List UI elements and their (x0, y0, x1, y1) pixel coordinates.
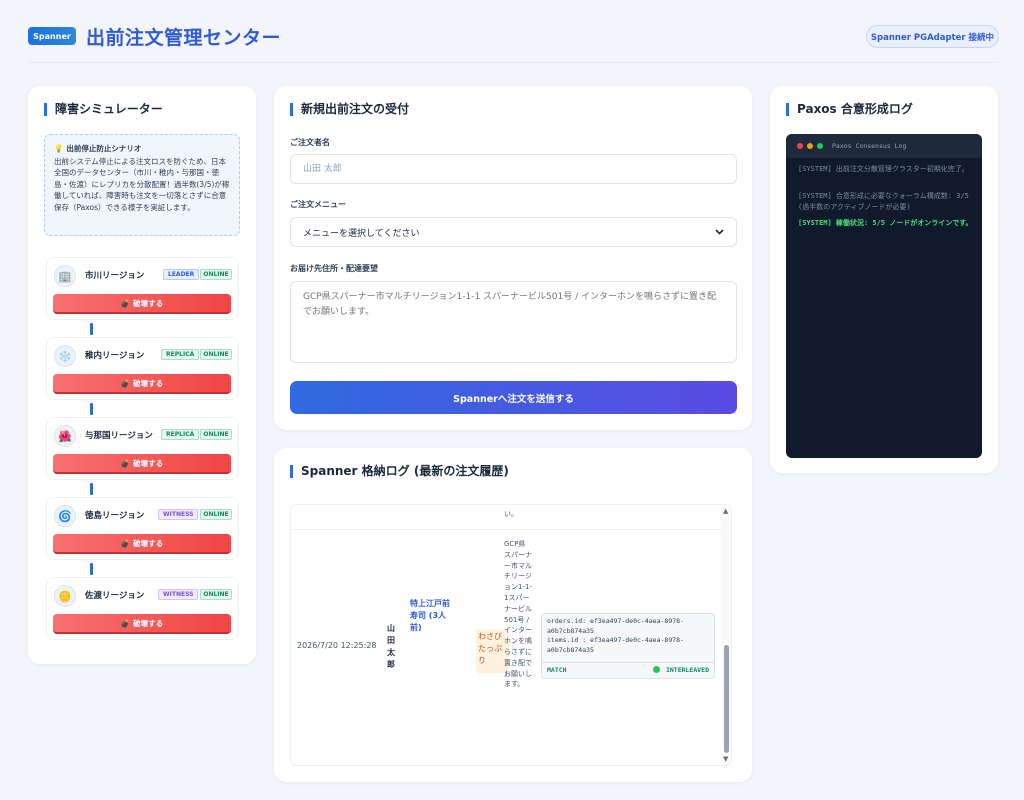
scenario-title: 出前停止防止シナリオ (66, 144, 142, 153)
delivery-address: GCP県スパーナー市マルチリージョン1-1-1スパーナービル501号 / インタ… (504, 540, 532, 689)
hibiscus-icon: 🌺 (54, 425, 76, 447)
destroy-button-wakkanai[interactable]: 💣 破壊する (53, 374, 231, 394)
region-node-sado: 🪙 佐渡リージョン WITNESS ONLINE 💣 破壊する (46, 577, 239, 640)
interleave-key-box: orders.id: ef3ea497-de0c-4aea-8978-a0b7c… (541, 613, 715, 679)
node-connector (90, 403, 93, 415)
scenario-text: 出前システム停止による注文ロスを防ぐため、日本全国のデータセンター（市川・稚内・… (54, 156, 230, 212)
region-node-wakkanai: ❄️ 稚内リージョン REPLICA ONLINE 💣 破壊する (46, 337, 239, 400)
header-divider (28, 62, 998, 63)
node-connector (90, 563, 93, 575)
paxos-title: Paxos 合意形成ログ (786, 103, 913, 116)
destroy-button-yonaguni[interactable]: 💣 破壊する (53, 454, 231, 474)
page-title: 出前注文管理センター (86, 27, 282, 49)
region-node-tokushima: 🌀 徳島リージョン WITNESS ONLINE 💣 破壊する (46, 497, 239, 560)
status-badge: ONLINE (200, 349, 232, 360)
customer-name-input[interactable] (290, 154, 737, 184)
minimize-dot-icon (807, 143, 813, 149)
bomb-icon: 💣 (120, 618, 131, 628)
log-line: [SYSTEM] 出前注文分散管理クラスター初期化完了。 (798, 165, 969, 173)
customer-name: 山田太郎 (387, 624, 395, 669)
paxos-terminal: Paxos Consensus Log [SYSTEM] 出前注文分散管理クラス… (786, 134, 982, 458)
status-badge: ONLINE (200, 509, 232, 520)
bomb-icon: 💣 (120, 298, 131, 308)
orders-id: orders.id: ef3ea497-de0c-4aea-8978-a0b7c… (547, 617, 684, 635)
address-label: お届け先住所・配達要望 (290, 264, 378, 273)
status-badge: ONLINE (200, 269, 232, 280)
status-dot-icon (652, 666, 660, 674)
scroll-down-icon[interactable]: ▼ (723, 755, 728, 763)
destroy-button-ichikawa[interactable]: 💣 破壊する (53, 294, 231, 314)
log-title: Spanner 格納ログ (最新の注文履歴) (290, 465, 509, 478)
snowflake-icon: ❄️ (54, 345, 76, 367)
destroy-button-sado[interactable]: 💣 破壊する (53, 614, 231, 634)
region-name: 佐渡リージョン (85, 591, 145, 601)
spanner-log-panel: Spanner 格納ログ (最新の注文履歴) い。 2026/7/20 12:2… (274, 448, 752, 782)
order-menu: 特上江戸前寿司 (3人前) (410, 599, 450, 632)
bomb-icon: 💣 (120, 538, 131, 548)
status-badge: ONLINE (200, 429, 232, 440)
role-badge: REPLICA (161, 429, 200, 440)
submit-order-button[interactable]: Spannerへ注文を送信する (290, 381, 737, 414)
order-timestamp: 2026/7/20 12:25:28 (297, 641, 377, 650)
previous-row-tail: い。 (504, 510, 518, 518)
log-table[interactable]: い。 2026/7/20 12:25:28 山田太郎 特上江戸前寿司 (3人前)… (290, 504, 732, 766)
lightbulb-icon: 💡 (54, 144, 64, 153)
terminal-title-bar: Paxos Consensus Log (786, 134, 982, 158)
connection-status-badge: Spanner PGAdapter 接続中 (866, 25, 999, 48)
menu-select[interactable]: メニューを選択してください (290, 217, 737, 247)
bomb-icon: 💣 (120, 378, 131, 388)
building-icon: 🏢 (54, 265, 76, 287)
app-header: Spanner 出前注文管理センター Spanner PGAdapter 接続中 (0, 0, 1024, 70)
interleaved-label: INTERLEAVED (665, 665, 709, 674)
region-name: 市川リージョン (85, 271, 145, 281)
new-order-panel: 新規出前注文の受付 ご注文者名 ご注文メニュー メニューを選択してください お届… (274, 86, 752, 430)
bomb-icon: 💣 (120, 458, 131, 468)
spanner-logo: Spanner (28, 27, 76, 45)
match-label: MATCH (547, 665, 567, 674)
log-scrollbar[interactable]: ▲ ▼ (721, 505, 731, 765)
node-connector (90, 323, 93, 335)
role-badge: WITNESS (158, 589, 199, 600)
simulator-title: 障害シミュレーター (44, 103, 163, 116)
scroll-thumb[interactable] (724, 645, 729, 753)
maximize-dot-icon (817, 143, 823, 149)
region-name: 与那国リージョン (85, 431, 153, 441)
role-badge: WITNESS (158, 509, 199, 520)
scroll-up-icon[interactable]: ▲ (723, 507, 728, 515)
status-badge: ONLINE (200, 589, 232, 600)
terminal-title: Paxos Consensus Log (832, 142, 907, 150)
region-name: 稚内リージョン (85, 351, 145, 361)
chevron-down-icon (715, 229, 724, 235)
scenario-box: 💡 出前停止防止シナリオ 出前システム停止による注文ロスを防ぐため、日本全国のデー… (44, 134, 240, 236)
region-node-ichikawa: 🏢 市川リージョン LEADER ONLINE 💣 破壊する (46, 257, 239, 320)
close-dot-icon (797, 143, 803, 149)
menu-label: ご注文メニュー (290, 200, 346, 209)
items-id: items.id : ef3ea497-de0c-4aea-8978-a0b7c… (547, 636, 684, 654)
region-node-yonaguni: 🌺 与那国リージョン REPLICA ONLINE 💣 破壊する (46, 417, 239, 480)
log-line: [SYSTEM] 合意形成に必要なクォーラム構成数: 3/5 (過半数のアクティ… (798, 192, 969, 211)
coin-icon: 🪙 (54, 585, 76, 607)
role-badge: REPLICA (161, 349, 200, 360)
node-connector (90, 483, 93, 495)
order-form-title: 新規出前注文の受付 (290, 103, 409, 116)
destroy-button-tokushima[interactable]: 💣 破壊する (53, 534, 231, 554)
log-line: [SYSTEM] 稼働状況: 5/5 ノードがオンラインです。 (798, 219, 973, 227)
region-name: 徳島リージョン (85, 511, 145, 521)
customer-name-label: ご注文者名 (290, 138, 330, 147)
cyclone-icon: 🌀 (54, 505, 76, 527)
failure-simulator-panel: 障害シミュレーター 💡 出前停止防止シナリオ 出前システム停止による注文ロスを防ぐ… (28, 86, 256, 664)
row-divider (291, 529, 721, 530)
address-textarea[interactable] (290, 281, 737, 363)
role-badge: LEADER (163, 269, 200, 280)
menu-selected-value: メニューを選択してください (303, 228, 420, 239)
paxos-log-panel: Paxos 合意形成ログ Paxos Consensus Log [SYSTEM… (770, 86, 998, 473)
